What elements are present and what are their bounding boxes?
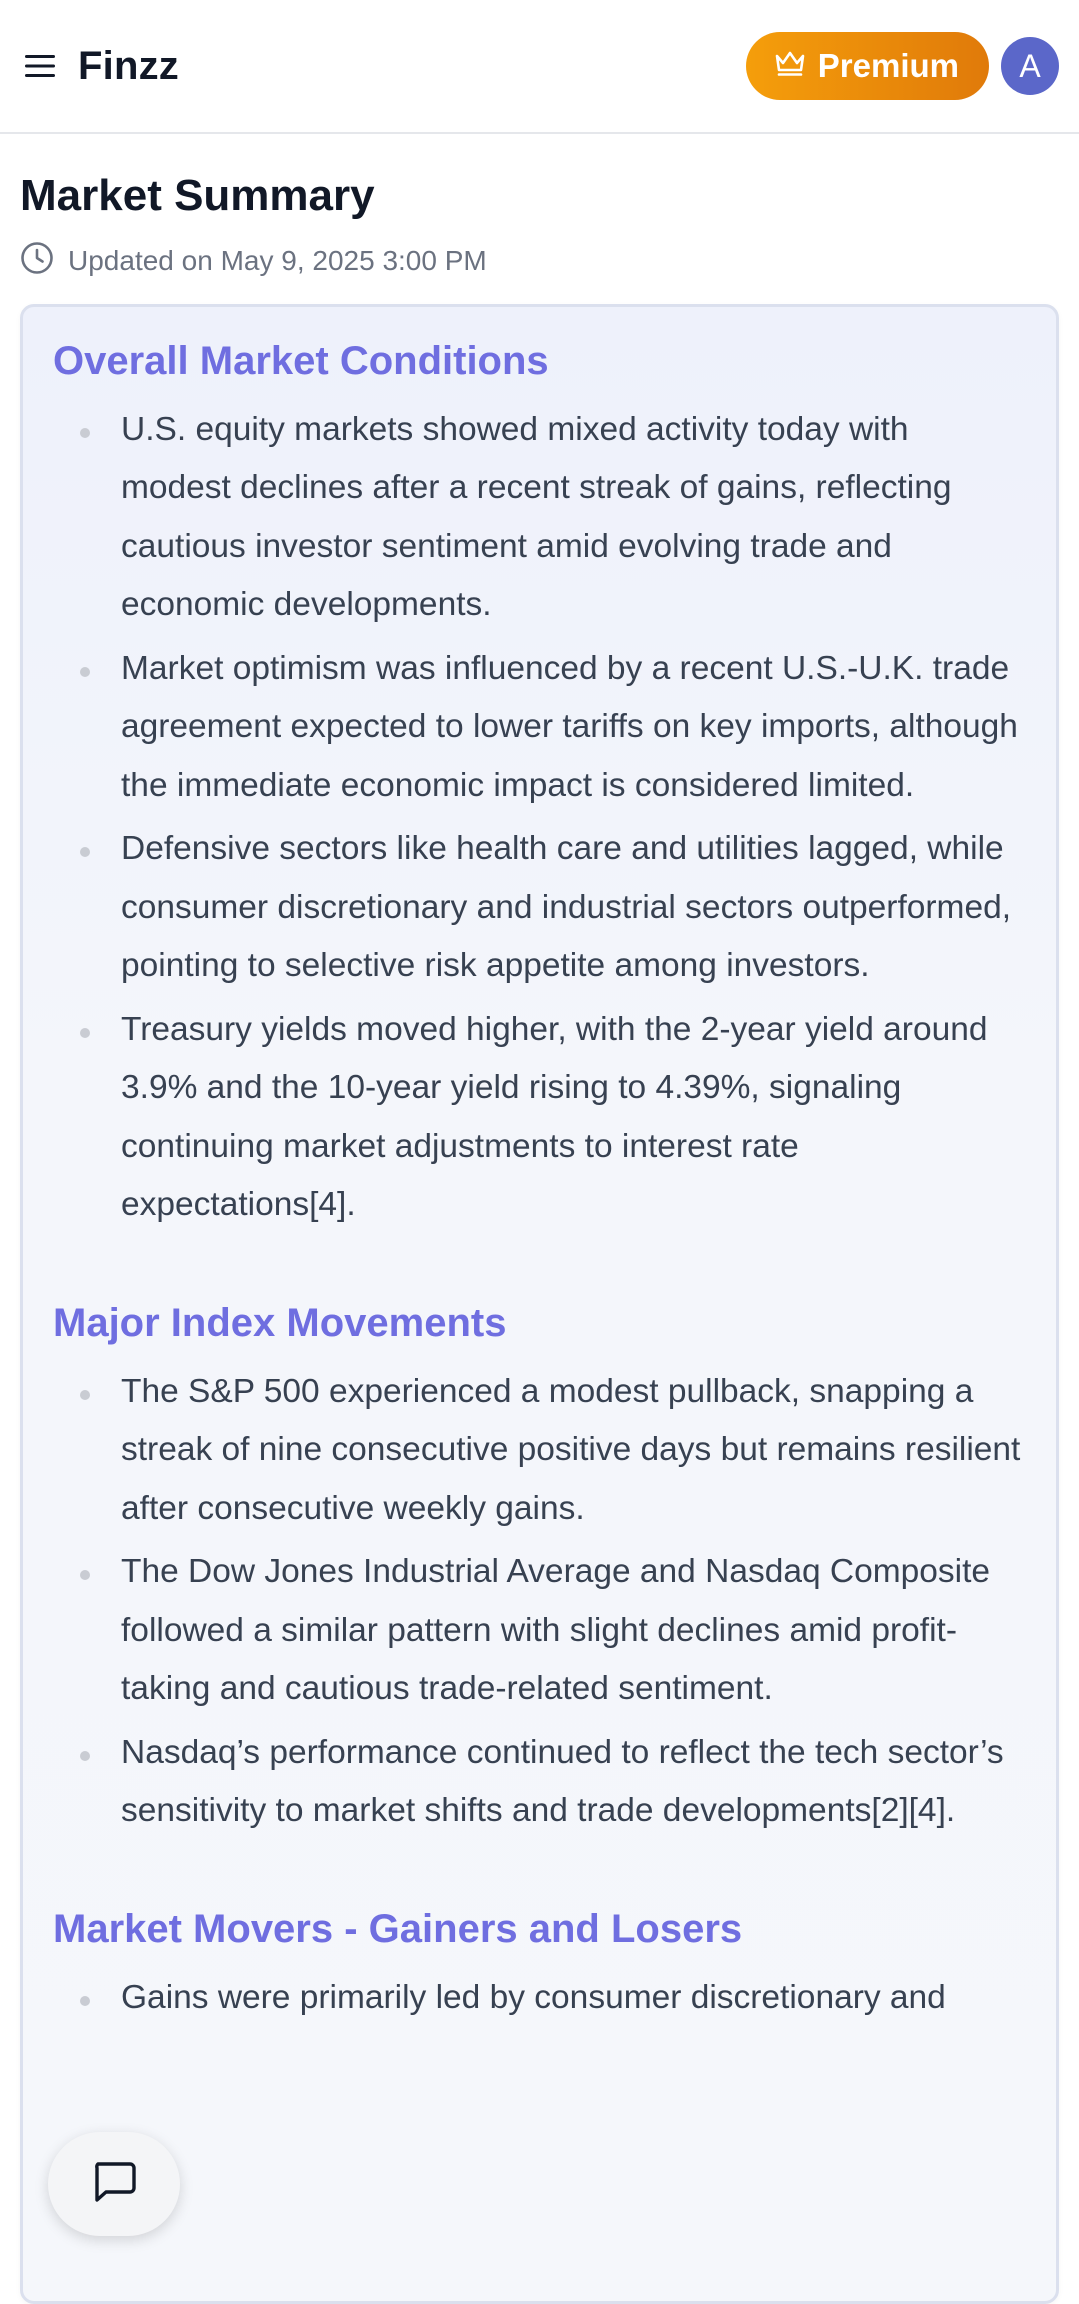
main-content: Market Summary Updated on May 9, 2025 3:… [0,170,1079,2304]
bullet-list: Gains were primarily led by consumer dis… [53,1969,1026,2028]
clock-icon [20,241,54,282]
chat-bubble-icon [90,2159,138,2210]
list-item: Defensive sectors like health care and u… [53,820,1026,996]
page-title: Market Summary [20,171,375,220]
crown-icon [774,47,806,85]
chat-button[interactable] [48,2132,180,2236]
premium-button[interactable]: Premium [745,32,989,100]
bullet-list: The S&P 500 experienced a modest pullbac… [53,1363,1026,1841]
list-item: The Dow Jones Industrial Average and Nas… [53,1543,1026,1719]
updated-timestamp: Updated on May 9, 2025 3:00 PM [20,241,1059,282]
summary-card: Overall Market Conditions U.S. equity ma… [20,303,1059,2304]
hamburger-menu-icon[interactable] [20,46,60,86]
updated-text: Updated on May 9, 2025 3:00 PM [68,245,487,277]
list-item: The S&P 500 experienced a modest pullbac… [53,1363,1026,1539]
list-item: Market optimism was influenced by a rece… [53,640,1026,816]
avatar[interactable]: A [1001,37,1059,95]
top-app-bar: Finzz Premium A [0,0,1079,134]
list-item: Gains were primarily led by consumer dis… [53,1969,1026,2028]
list-item: Treasury yields moved higher, with the 2… [53,1001,1026,1235]
section-title: Market Movers - Gainers and Losers [53,1906,743,1951]
section-title: Major Index Movements [53,1300,507,1345]
list-item: Nasdaq’s performance continued to reflec… [53,1724,1026,1841]
bullet-list: U.S. equity markets showed mixed activit… [53,401,1026,1235]
section-title: Overall Market Conditions [53,338,549,383]
premium-label: Premium [817,47,959,84]
list-item: U.S. equity markets showed mixed activit… [53,401,1026,635]
app-logo-text: Finzz [78,43,179,88]
